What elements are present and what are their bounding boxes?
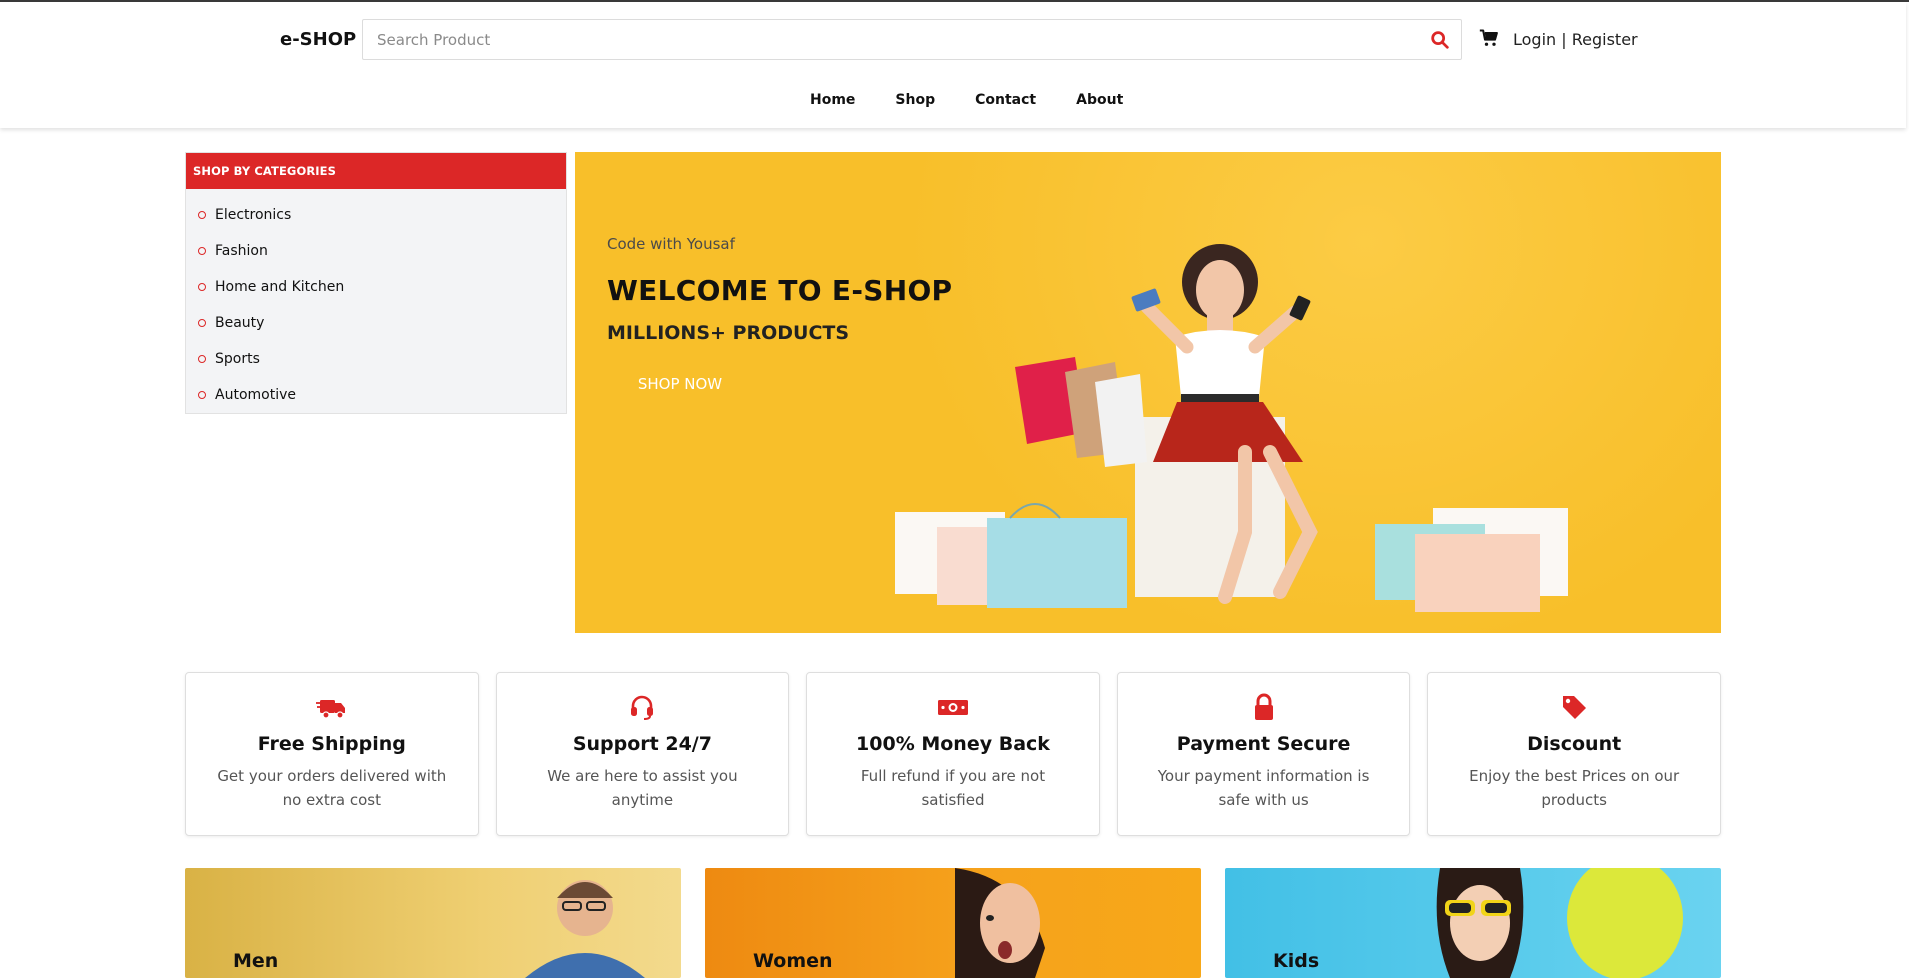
category-label: Fashion [215, 243, 268, 259]
category-automotive[interactable]: Automotive [186, 377, 566, 413]
categories-panel: SHOP BY CATEGORIES Electronics Fashion H… [185, 152, 567, 414]
hero-banner: Code with Yousaf WELCOME TO E-SHOP MILLI… [575, 152, 1721, 633]
banner-men[interactable]: Men [185, 868, 681, 978]
feature-text: Full refund if you are not satisfied [860, 767, 1046, 809]
category-sports[interactable]: Sports [186, 341, 566, 377]
tag-icon [1563, 696, 1587, 719]
category-beauty[interactable]: Beauty [186, 305, 566, 341]
site-logo[interactable]: e-SHOP [280, 29, 356, 50]
search-icon[interactable] [1429, 29, 1451, 51]
hero-tagline: Code with Yousaf [607, 235, 735, 253]
banner-label: Kids [1273, 950, 1320, 972]
login-link[interactable]: Login [1513, 30, 1556, 49]
auth-links: Login | Register [1513, 30, 1638, 49]
lock-icon [1254, 693, 1273, 720]
circle-bullet-icon [198, 211, 206, 219]
category-label: Beauty [215, 315, 265, 331]
feature-text: Get your orders delivered with no extra … [217, 767, 447, 809]
circle-bullet-icon [198, 247, 206, 255]
search-input[interactable] [377, 29, 1377, 51]
nav-contact[interactable]: Contact [975, 92, 1036, 108]
circle-bullet-icon [198, 391, 206, 399]
feature-card: 100% Money Back Full refund if you are n… [806, 672, 1100, 836]
category-banners: Men Women Kids [185, 868, 1721, 978]
category-label: Electronics [215, 207, 292, 223]
feature-card: Payment Secure Your payment information … [1116, 672, 1411, 836]
feature-card: Free Shipping Get your orders delivered … [185, 672, 479, 836]
feature-title: Free Shipping [257, 733, 406, 755]
category-electronics[interactable]: Electronics [186, 197, 566, 233]
register-link[interactable]: Register [1572, 30, 1638, 49]
category-label: Home and Kitchen [215, 279, 345, 295]
hero-subtitle: MILLIONS+ PRODUCTS [607, 322, 850, 344]
categories-title: SHOP BY CATEGORIES [186, 153, 566, 189]
truck-icon [315, 700, 345, 719]
banner-kids[interactable]: Kids [1225, 868, 1721, 978]
cart-icon[interactable] [1479, 28, 1499, 48]
money-bill-icon [937, 700, 968, 715]
category-home-kitchen[interactable]: Home and Kitchen [186, 269, 566, 305]
banner-label: Women [753, 950, 833, 972]
feature-text: Your payment information is safe with us [1157, 767, 1370, 809]
circle-bullet-icon [198, 319, 206, 327]
banner-women[interactable]: Women [705, 868, 1201, 978]
nav-about[interactable]: About [1076, 92, 1123, 108]
feature-title: Support 24/7 [572, 733, 712, 755]
category-label: Sports [215, 351, 260, 367]
nav-shop[interactable]: Shop [895, 92, 935, 108]
category-fashion[interactable]: Fashion [186, 233, 566, 269]
headset-icon [631, 695, 654, 720]
category-label: Automotive [215, 387, 296, 403]
feature-card: Discount Enjoy the best Prices on our pr… [1427, 672, 1721, 836]
banner-label: Men [233, 950, 279, 972]
shop-now-button[interactable]: SHOP NOW [607, 365, 753, 403]
nav-home[interactable]: Home [810, 92, 855, 108]
feature-text: We are here to assist you anytime [547, 767, 738, 809]
feature-title: 100% Money Back [856, 733, 1050, 755]
auth-separator: | [1561, 30, 1567, 49]
circle-bullet-icon [198, 355, 206, 363]
hero-title: WELCOME TO E-SHOP [607, 274, 953, 307]
search-bar [362, 19, 1462, 60]
feature-card: Support 24/7 We are here to assist you a… [495, 672, 790, 836]
feature-title: Discount [1527, 733, 1622, 755]
site-header: e-SHOP Login | Register Home Shop Contac… [0, 2, 1906, 128]
feature-text: Enjoy the best Prices on our products [1469, 767, 1680, 809]
features-row: Free Shipping Get your orders delivered … [185, 672, 1721, 836]
circle-bullet-icon [198, 283, 206, 291]
feature-title: Payment Secure [1176, 733, 1351, 755]
